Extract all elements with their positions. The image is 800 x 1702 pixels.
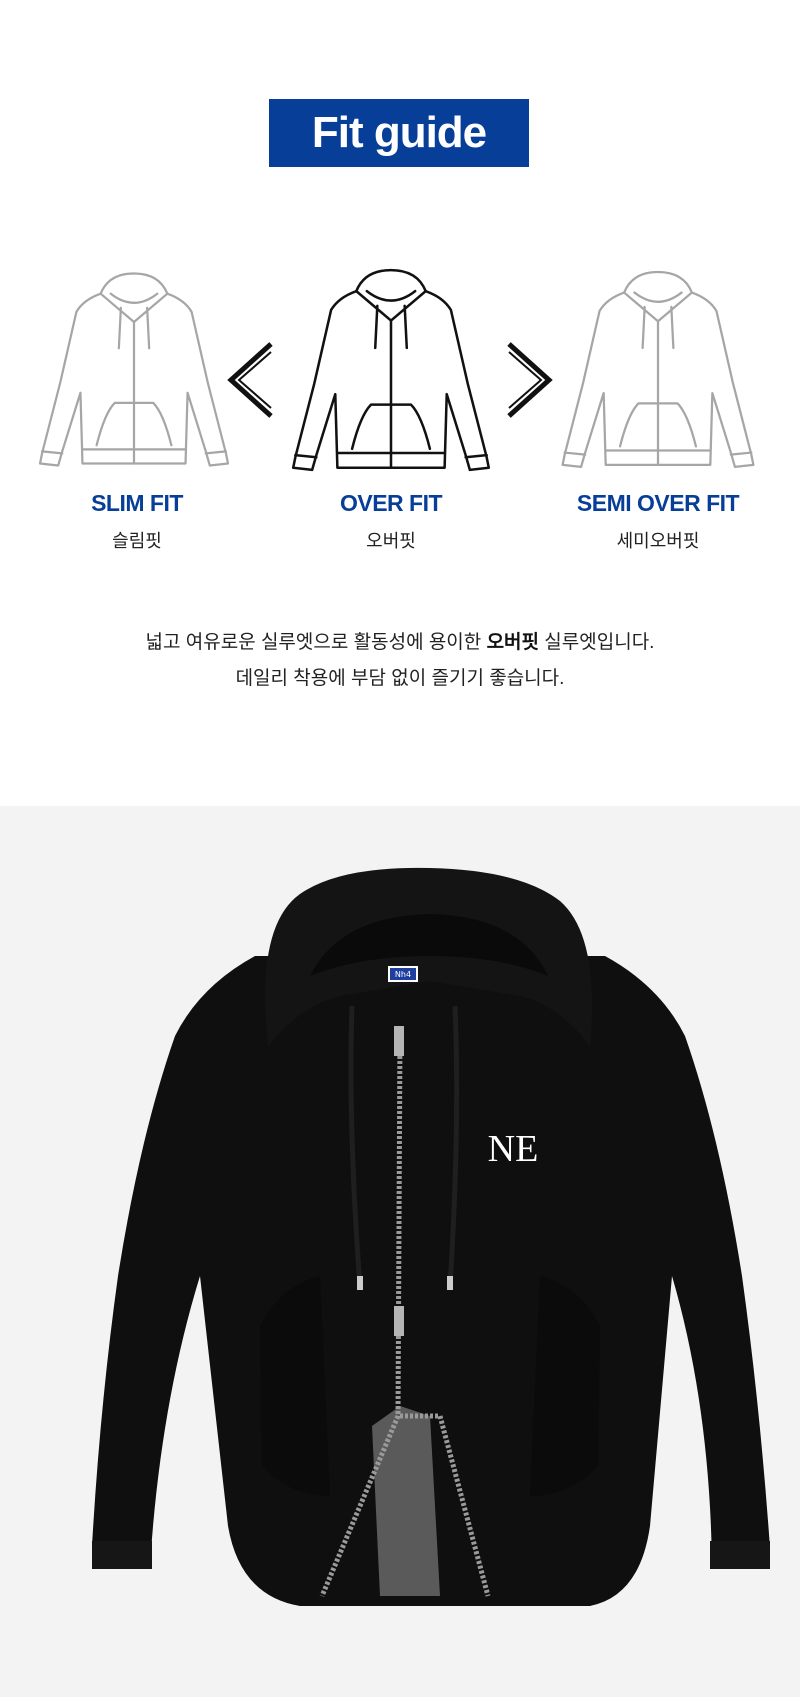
fit-guide-title: Fit guide	[269, 99, 529, 167]
chevron-right-icon	[507, 342, 553, 418]
label-tag-text: Nh4	[395, 970, 411, 979]
black-hoodie-image: Nh4 NE	[92, 867, 770, 1606]
over-fit-hoodie-icon	[291, 268, 491, 472]
semi-over-fit-korean: 세미오버핏	[616, 531, 700, 551]
slim-fit-hoodie-icon	[38, 272, 230, 467]
product-photo: Nh4 NE	[0, 806, 800, 1697]
desc-text-bold: 오버핏	[486, 632, 540, 653]
desc-text-before: 넓고 여유로운 실루엣으로 활동성에 용이한	[145, 632, 487, 653]
fit-description-line1: 넓고 여유로운 실루엣으로 활동성에 용이한 오버핏 실루엣입니다.	[0, 627, 800, 654]
slim-fit-label: SLIM FIT	[91, 490, 183, 516]
slim-fit-korean: 슬림핏	[112, 531, 162, 551]
desc-text-after: 실루엣입니다.	[539, 632, 655, 653]
title-text: Fit guide	[311, 108, 487, 157]
fit-description-line2: 데일리 착용에 부담 없이 즐기기 좋습니다.	[235, 668, 565, 689]
chevron-left-icon	[227, 342, 273, 418]
ne-logo: NE	[488, 1128, 539, 1170]
semi-over-fit-label: SEMI OVER FIT	[576, 490, 740, 516]
over-fit-korean: 오버핏	[366, 531, 416, 551]
semi-over-fit-hoodie-icon	[561, 270, 755, 469]
over-fit-label: OVER FIT	[339, 490, 443, 516]
